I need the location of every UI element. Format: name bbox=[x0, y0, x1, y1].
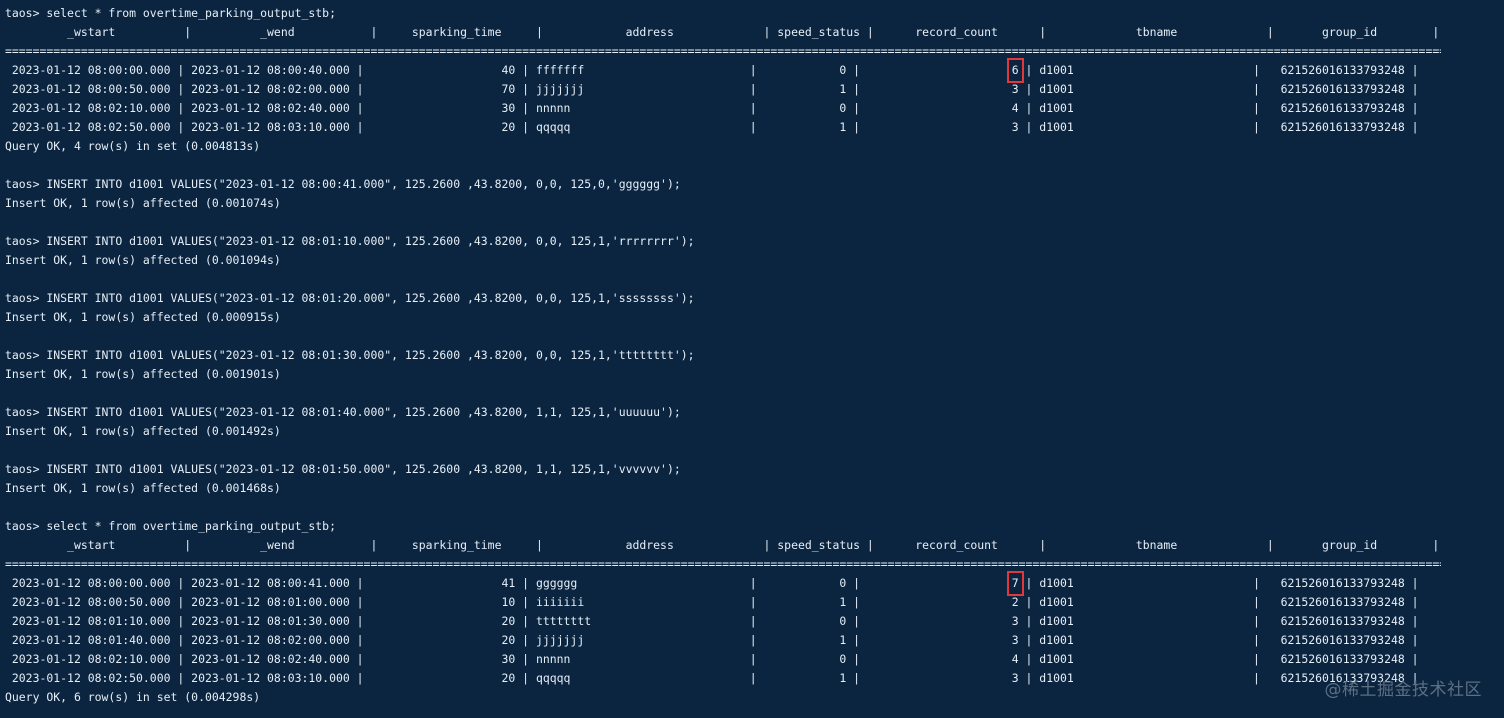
status-line: Insert OK, 1 row(s) affected (0.000915s) bbox=[5, 310, 281, 324]
table-row: 2023-01-12 08:00:00.000 | 2023-01-12 08:… bbox=[5, 58, 1500, 83]
command-line: taos> INSERT INTO d1001 VALUES("2023-01-… bbox=[5, 291, 695, 305]
record-count-highlight: 7 bbox=[1006, 571, 1024, 596]
table-header: _wstart | _wend | sparking_time | addres… bbox=[5, 538, 1440, 552]
table-row: 2023-01-12 08:01:10.000 | 2023-01-12 08:… bbox=[5, 614, 1419, 628]
status-line: Query OK, 4 row(s) in set (0.004813s) bbox=[5, 139, 261, 153]
watermark: @稀土掘金技术社区 bbox=[1324, 680, 1482, 700]
command-line: taos> INSERT INTO d1001 VALUES("2023-01-… bbox=[5, 405, 681, 419]
table-row: 2023-01-12 08:00:50.000 | 2023-01-12 08:… bbox=[5, 82, 1419, 96]
command-line: taos> INSERT INTO d1001 VALUES("2023-01-… bbox=[5, 462, 681, 476]
command-line: taos> INSERT INTO d1001 VALUES("2023-01-… bbox=[5, 234, 695, 248]
table-row: 2023-01-12 08:02:50.000 | 2023-01-12 08:… bbox=[5, 120, 1419, 134]
command-line: taos> INSERT INTO d1001 VALUES("2023-01-… bbox=[5, 177, 681, 191]
table-separator: ========================================… bbox=[5, 557, 1441, 571]
table-row: 2023-01-12 08:00:00.000 | 2023-01-12 08:… bbox=[5, 571, 1500, 596]
status-line: Insert OK, 1 row(s) affected (0.001468s) bbox=[5, 481, 281, 495]
command-line: taos> select * from overtime_parking_out… bbox=[5, 519, 336, 533]
table-row: 2023-01-12 08:01:40.000 | 2023-01-12 08:… bbox=[5, 633, 1419, 647]
table-separator: ========================================… bbox=[5, 44, 1441, 58]
record-count-highlight: 6 bbox=[1006, 58, 1024, 83]
status-line: Insert OK, 1 row(s) affected (0.001094s) bbox=[5, 253, 281, 267]
table-row: 2023-01-12 08:00:50.000 | 2023-01-12 08:… bbox=[5, 595, 1419, 609]
terminal-output[interactable]: taos> select * from overtime_parking_out… bbox=[5, 4, 1500, 707]
command-line: taos> INSERT INTO d1001 VALUES("2023-01-… bbox=[5, 348, 695, 362]
status-line: Insert OK, 1 row(s) affected (0.001901s) bbox=[5, 367, 281, 381]
table-header: _wstart | _wend | sparking_time | addres… bbox=[5, 25, 1440, 39]
table-row: 2023-01-12 08:02:50.000 | 2023-01-12 08:… bbox=[5, 671, 1419, 685]
command-line: taos> select * from overtime_parking_out… bbox=[5, 6, 336, 20]
table-row: 2023-01-12 08:02:10.000 | 2023-01-12 08:… bbox=[5, 101, 1419, 115]
status-line: Insert OK, 1 row(s) affected (0.001074s) bbox=[5, 196, 281, 210]
status-line: Insert OK, 1 row(s) affected (0.001492s) bbox=[5, 424, 281, 438]
table-row: 2023-01-12 08:02:10.000 | 2023-01-12 08:… bbox=[5, 652, 1419, 666]
status-line: Query OK, 6 row(s) in set (0.004298s) bbox=[5, 690, 261, 704]
